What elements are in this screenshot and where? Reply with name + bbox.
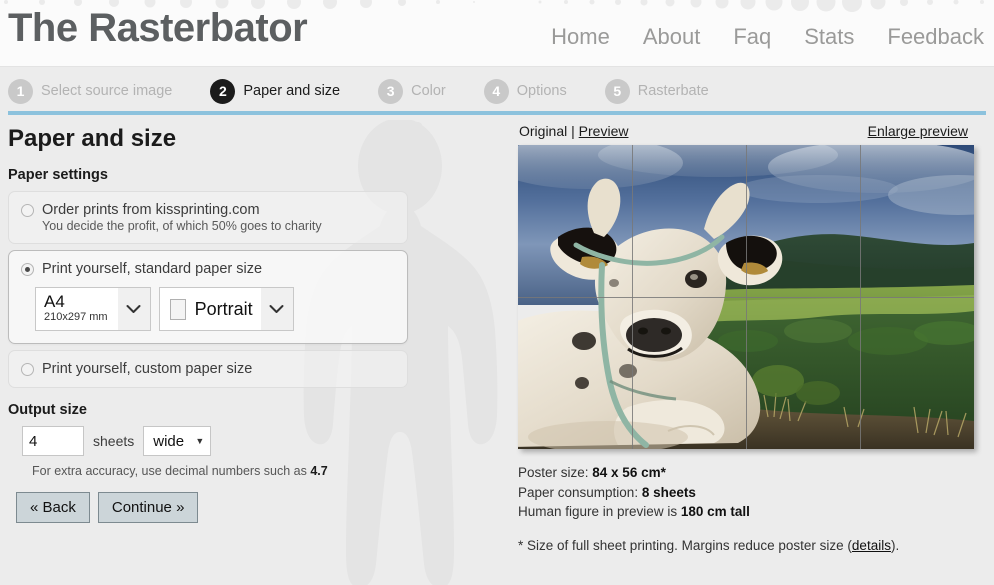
- step-label: Paper and size: [243, 83, 341, 99]
- option-custom-paper-label: Print yourself, custom paper size: [42, 361, 253, 377]
- accuracy-hint: For extra accuracy, use decimal numbers …: [32, 464, 505, 478]
- poster-preview-image[interactable]: [518, 145, 974, 449]
- footnote-prefix: * Size of full sheet printing. Margins r…: [518, 537, 852, 553]
- paper-consumption-value: 8 sheets: [641, 484, 696, 500]
- poster-size-value: 84 x 56 cm*: [592, 465, 666, 480]
- step-label: Color: [411, 83, 446, 99]
- paper-orientation-value: Portrait: [194, 298, 253, 319]
- nav-item-faq[interactable]: Faq: [733, 24, 771, 50]
- chevron-down-icon: ▼: [195, 436, 205, 446]
- option-custom-paper[interactable]: Print yourself, custom paper size: [8, 350, 408, 388]
- wizard-buttons: « Back Continue »: [16, 492, 505, 523]
- step-label: Rasterbate: [637, 83, 709, 99]
- option-order-prints-sublabel: You decide the profit, of which 50% goes…: [42, 219, 322, 233]
- preview-tab-original[interactable]: Original: [519, 123, 567, 139]
- continue-button[interactable]: Continue »: [97, 492, 199, 523]
- poster-size-label: Poster size:: [518, 465, 593, 480]
- paper-selectors: A4 210x297 mm Portrait: [35, 287, 395, 331]
- preview-panel: Original | Preview Enlarge preview Poste…: [505, 115, 994, 555]
- paper-size-select[interactable]: A4 210x297 mm: [35, 287, 151, 331]
- nav-item-home[interactable]: Home: [551, 24, 610, 50]
- app-root: The Rasterbator Home About Faq Stats Fee…: [0, 0, 994, 585]
- radio-order-prints[interactable]: [21, 203, 34, 217]
- output-direction-value: wide: [153, 432, 185, 450]
- site-logo[interactable]: The Rasterbator: [8, 6, 308, 51]
- footnote-line: * Size of full sheet printing. Margins r…: [518, 536, 994, 556]
- nav-item-about[interactable]: About: [643, 24, 701, 50]
- step-number: 1: [8, 78, 33, 104]
- output-size-controls: sheets wide ▼: [22, 426, 505, 456]
- back-button[interactable]: « Back: [16, 492, 90, 523]
- portrait-page-icon: [169, 298, 186, 320]
- step-options[interactable]: 4 Options: [483, 78, 567, 104]
- step-select-source-image[interactable]: 1 Select source image: [8, 78, 173, 104]
- step-number: 5: [604, 78, 630, 104]
- step-color[interactable]: 3 Color: [378, 78, 446, 104]
- nav-item-stats[interactable]: Stats: [804, 24, 854, 50]
- sheets-unit-label: sheets: [93, 433, 135, 449]
- preview-toolbar: Original | Preview Enlarge preview: [505, 123, 994, 145]
- chevron-down-icon: [260, 288, 293, 330]
- preview-tab-separator: |: [571, 123, 575, 139]
- main-content: Paper and size Paper settings Order prin…: [0, 115, 994, 555]
- nav-item-feedback[interactable]: Feedback: [887, 24, 984, 50]
- step-number: 3: [378, 78, 404, 104]
- page-title: Paper and size: [8, 125, 177, 152]
- option-order-prints[interactable]: Order prints from kissprinting.com You d…: [8, 191, 408, 244]
- human-figure-value: 180 cm tall: [680, 504, 750, 520]
- step-paper-and-size[interactable]: 2 Paper and size: [210, 78, 341, 104]
- paper-orientation-select[interactable]: Portrait: [158, 287, 294, 331]
- paper-size-value: A4: [44, 292, 65, 312]
- paper-consumption-label: Paper consumption:: [518, 484, 642, 500]
- grid-line-horizontal: [518, 297, 974, 298]
- paper-size-dimensions: 210x297 mm: [44, 311, 108, 324]
- step-label: Select source image: [41, 83, 173, 99]
- human-figure-label: Human figure in preview is: [518, 504, 681, 520]
- option-order-prints-label: Order prints from kissprinting.com: [42, 202, 260, 218]
- radio-standard-paper[interactable]: [21, 262, 34, 276]
- main-navigation: Home About Faq Stats Feedback: [551, 24, 984, 50]
- site-header: The Rasterbator Home About Faq Stats Fee…: [0, 0, 994, 67]
- poster-summary: Poster size: 84 x 56 cm* Paper consumpti…: [518, 463, 994, 555]
- accuracy-hint-text: For extra accuracy, use decimal numbers …: [32, 464, 311, 478]
- details-link[interactable]: details: [852, 538, 891, 553]
- accuracy-hint-number: 4.7: [310, 464, 328, 478]
- step-number: 2: [210, 78, 236, 104]
- radio-custom-paper[interactable]: [21, 362, 34, 376]
- option-standard-paper[interactable]: Print yourself, standard paper size A4 2…: [8, 250, 408, 344]
- enlarge-preview-link[interactable]: Enlarge preview: [868, 123, 968, 139]
- output-size-heading: Output size: [8, 402, 87, 418]
- paper-consumption-line: Paper consumption: 8 sheets: [518, 483, 994, 503]
- output-direction-select[interactable]: wide ▼: [143, 426, 212, 456]
- chevron-down-icon: [117, 288, 150, 330]
- step-label: Options: [516, 83, 567, 99]
- step-number: 4: [483, 78, 509, 104]
- sheets-count-input[interactable]: [22, 426, 84, 456]
- settings-panel: Paper and size Paper settings Order prin…: [0, 115, 505, 555]
- wizard-steps: 1 Select source image 2 Paper and size 3…: [0, 67, 994, 115]
- preview-tab-preview[interactable]: Preview: [579, 123, 629, 139]
- footnote-suffix: ).: [890, 537, 900, 553]
- human-figure-line: Human figure in preview is 180 cm tall: [518, 502, 994, 522]
- paper-settings-heading: Paper settings: [8, 167, 108, 183]
- poster-size-line: Poster size: 84 x 56 cm*: [518, 463, 994, 483]
- option-standard-paper-label: Print yourself, standard paper size: [42, 261, 263, 277]
- step-rasterbate[interactable]: 5 Rasterbate: [604, 78, 709, 104]
